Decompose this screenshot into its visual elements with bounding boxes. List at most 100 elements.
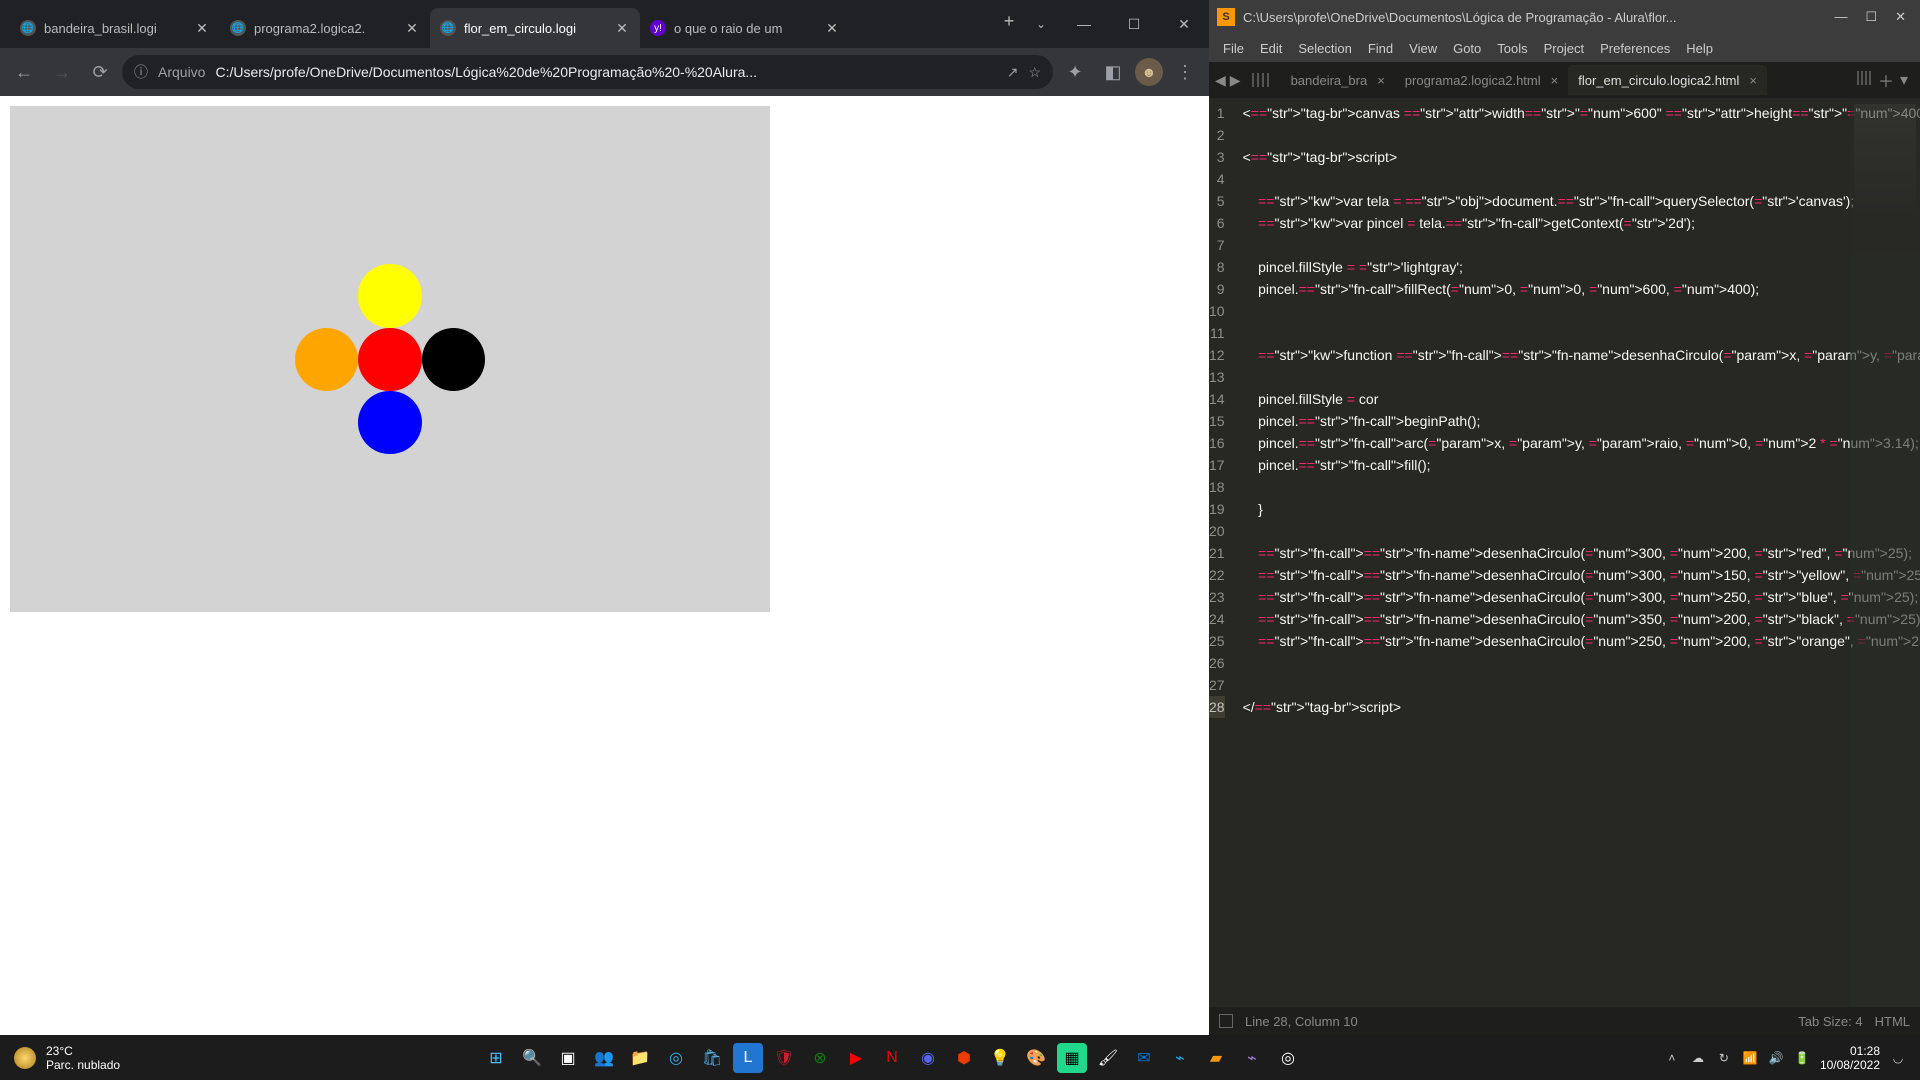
xbox-icon[interactable]: ⊗: [805, 1043, 835, 1073]
notifications-icon[interactable]: ◡: [1890, 1050, 1906, 1066]
minimap[interactable]: [1850, 98, 1920, 1007]
site-info-icon[interactable]: ⓘ: [134, 62, 148, 82]
tab-title: flor_em_circulo.logi: [464, 21, 608, 36]
discord-icon[interactable]: ◉: [913, 1043, 943, 1073]
menu-edit[interactable]: Edit: [1252, 41, 1290, 56]
onedrive-icon[interactable]: ☁: [1690, 1050, 1706, 1066]
syntax-mode[interactable]: HTML: [1875, 1014, 1910, 1029]
browser-tab[interactable]: y!o que o raio de um✕: [640, 8, 850, 48]
layout-columns-icon[interactable]: [1251, 73, 1281, 87]
chrome-icon[interactable]: ◎: [1273, 1043, 1303, 1073]
share-icon[interactable]: ↗: [1007, 64, 1019, 81]
bookmark-icon[interactable]: ☆: [1028, 64, 1041, 81]
start-button[interactable]: ⊞: [481, 1043, 511, 1073]
editor-tabs-container: bandeira_bra×programa2.logica2.html×flor…: [1281, 65, 1767, 95]
editor-close-button[interactable]: ✕: [1895, 9, 1906, 25]
close-button[interactable]: ✕: [1159, 0, 1209, 48]
tab-close-icon[interactable]: ✕: [824, 20, 840, 36]
editor-window-controls: — ☐ ✕: [1834, 9, 1912, 25]
editor-minimize-button[interactable]: —: [1834, 9, 1847, 25]
explorer-icon[interactable]: 📁: [625, 1043, 655, 1073]
menu-icon[interactable]: ⋮: [1169, 56, 1201, 88]
weather-widget[interactable]: 23°C Parc. nublado: [0, 1044, 134, 1072]
menu-project[interactable]: Project: [1536, 41, 1592, 56]
cursor-position[interactable]: Line 28, Column 10: [1245, 1014, 1358, 1029]
editor-menubar: FileEditSelectionFindViewGotoToolsProjec…: [1209, 34, 1920, 62]
editor-tab[interactable]: flor_em_circulo.logica2.html×: [1568, 65, 1767, 95]
tab-history-nav[interactable]: ◀▶: [1215, 72, 1251, 89]
tab-close-icon[interactable]: ✕: [614, 20, 630, 36]
forward-button[interactable]: →: [46, 56, 78, 88]
new-file-button[interactable]: ＋: [1878, 68, 1894, 92]
code-area[interactable]: <=="str">"tag-br">canvas =="str">"attr">…: [1235, 98, 1920, 1007]
pycharm-icon[interactable]: ▦: [1057, 1043, 1087, 1073]
editor-tab-close-icon[interactable]: ×: [1551, 73, 1559, 88]
line-gutter: 1234567891011121314151617181920212223242…: [1209, 98, 1235, 1007]
back-button[interactable]: ←: [8, 56, 40, 88]
menu-selection[interactable]: Selection: [1290, 41, 1359, 56]
blue-circle: [358, 391, 421, 454]
layout-columns-right-icon[interactable]: [1856, 71, 1872, 90]
taskview-button[interactable]: ▣: [553, 1043, 583, 1073]
netflix-icon[interactable]: N: [877, 1043, 907, 1073]
wifi-icon[interactable]: 📶: [1742, 1050, 1758, 1066]
tab-chevron-icon[interactable]: ⌄: [1023, 0, 1059, 48]
editor-maximize-button[interactable]: ☐: [1865, 9, 1877, 25]
clock-time: 01:28: [1820, 1044, 1880, 1058]
menu-find[interactable]: Find: [1360, 41, 1401, 56]
app-l-icon[interactable]: L: [733, 1043, 763, 1073]
sublime-taskbar-icon[interactable]: ▰: [1201, 1043, 1231, 1073]
tab-size[interactable]: Tab Size: 4: [1798, 1014, 1862, 1029]
tray-chevron-icon[interactable]: ˄: [1664, 1050, 1680, 1066]
weather-desc: Parc. nublado: [46, 1058, 120, 1072]
mail-icon[interactable]: ✉: [1129, 1043, 1159, 1073]
battery-icon[interactable]: 🔋: [1794, 1050, 1810, 1066]
browser-titlebar: 🌐bandeira_brasil.logi✕🌐programa2.logica2…: [0, 0, 1209, 48]
menu-file[interactable]: File: [1215, 41, 1252, 56]
black-circle: [422, 328, 485, 391]
vscode-icon[interactable]: ⌁: [1165, 1043, 1195, 1073]
tab-close-icon[interactable]: ✕: [194, 20, 210, 36]
tab-close-icon[interactable]: ✕: [404, 20, 420, 36]
browser-tab[interactable]: 🌐bandeira_brasil.logi✕: [10, 8, 220, 48]
youtube-icon[interactable]: ▶: [841, 1043, 871, 1073]
app-colorful-icon[interactable]: 🎨: [1021, 1043, 1051, 1073]
profile-avatar[interactable]: ☻: [1135, 58, 1163, 86]
editor-tab-close-icon[interactable]: ×: [1377, 73, 1385, 88]
menu-goto[interactable]: Goto: [1445, 41, 1489, 56]
reload-button[interactable]: ⟳: [84, 56, 116, 88]
editor-tab-close-icon[interactable]: ×: [1749, 73, 1757, 88]
teams-icon[interactable]: 👥: [589, 1043, 619, 1073]
edge-icon[interactable]: ◎: [661, 1043, 691, 1073]
editor-tab[interactable]: programa2.logica2.html×: [1395, 65, 1568, 95]
editor-body: 1234567891011121314151617181920212223242…: [1209, 98, 1920, 1007]
search-button[interactable]: 🔍: [517, 1043, 547, 1073]
office-icon[interactable]: ⬢: [949, 1043, 979, 1073]
status-checkbox-icon[interactable]: [1219, 1014, 1233, 1028]
menu-tools[interactable]: Tools: [1489, 41, 1535, 56]
browser-tab[interactable]: 🌐programa2.logica2.✕: [220, 8, 430, 48]
menu-view[interactable]: View: [1401, 41, 1445, 56]
maximize-button[interactable]: ☐: [1109, 0, 1159, 48]
url-text: C:/Users/profe/OneDrive/Documentos/Lógic…: [215, 64, 996, 80]
address-bar[interactable]: ⓘ Arquivo C:/Users/profe/OneDrive/Docume…: [122, 55, 1053, 89]
new-tab-button[interactable]: +: [995, 7, 1023, 35]
volume-icon[interactable]: 🔊: [1768, 1050, 1784, 1066]
paint-icon[interactable]: 🖌: [1093, 1043, 1123, 1073]
browser-tabs: 🌐bandeira_brasil.logi✕🌐programa2.logica2…: [0, 0, 989, 48]
sidepanel-icon[interactable]: ◧: [1097, 56, 1129, 88]
tips-icon[interactable]: 💡: [985, 1043, 1015, 1073]
menu-preferences[interactable]: Preferences: [1592, 41, 1678, 56]
store-icon[interactable]: 🛍: [697, 1043, 727, 1073]
browser-window: 🌐bandeira_brasil.logi✕🌐programa2.logica2…: [0, 0, 1209, 1035]
editor-tab[interactable]: bandeira_bra×: [1281, 65, 1395, 95]
mcafee-icon[interactable]: 🛡: [769, 1043, 799, 1073]
browser-tab[interactable]: 🌐flor_em_circulo.logi✕: [430, 8, 640, 48]
sync-icon[interactable]: ↻: [1716, 1050, 1732, 1066]
tab-menu-icon[interactable]: ▾: [1900, 70, 1908, 90]
menu-help[interactable]: Help: [1678, 41, 1721, 56]
extensions-icon[interactable]: ✦: [1059, 56, 1091, 88]
vs-icon[interactable]: ⌁: [1237, 1043, 1267, 1073]
clock[interactable]: 01:28 10/08/2022: [1820, 1044, 1880, 1072]
minimize-button[interactable]: —: [1059, 0, 1109, 48]
